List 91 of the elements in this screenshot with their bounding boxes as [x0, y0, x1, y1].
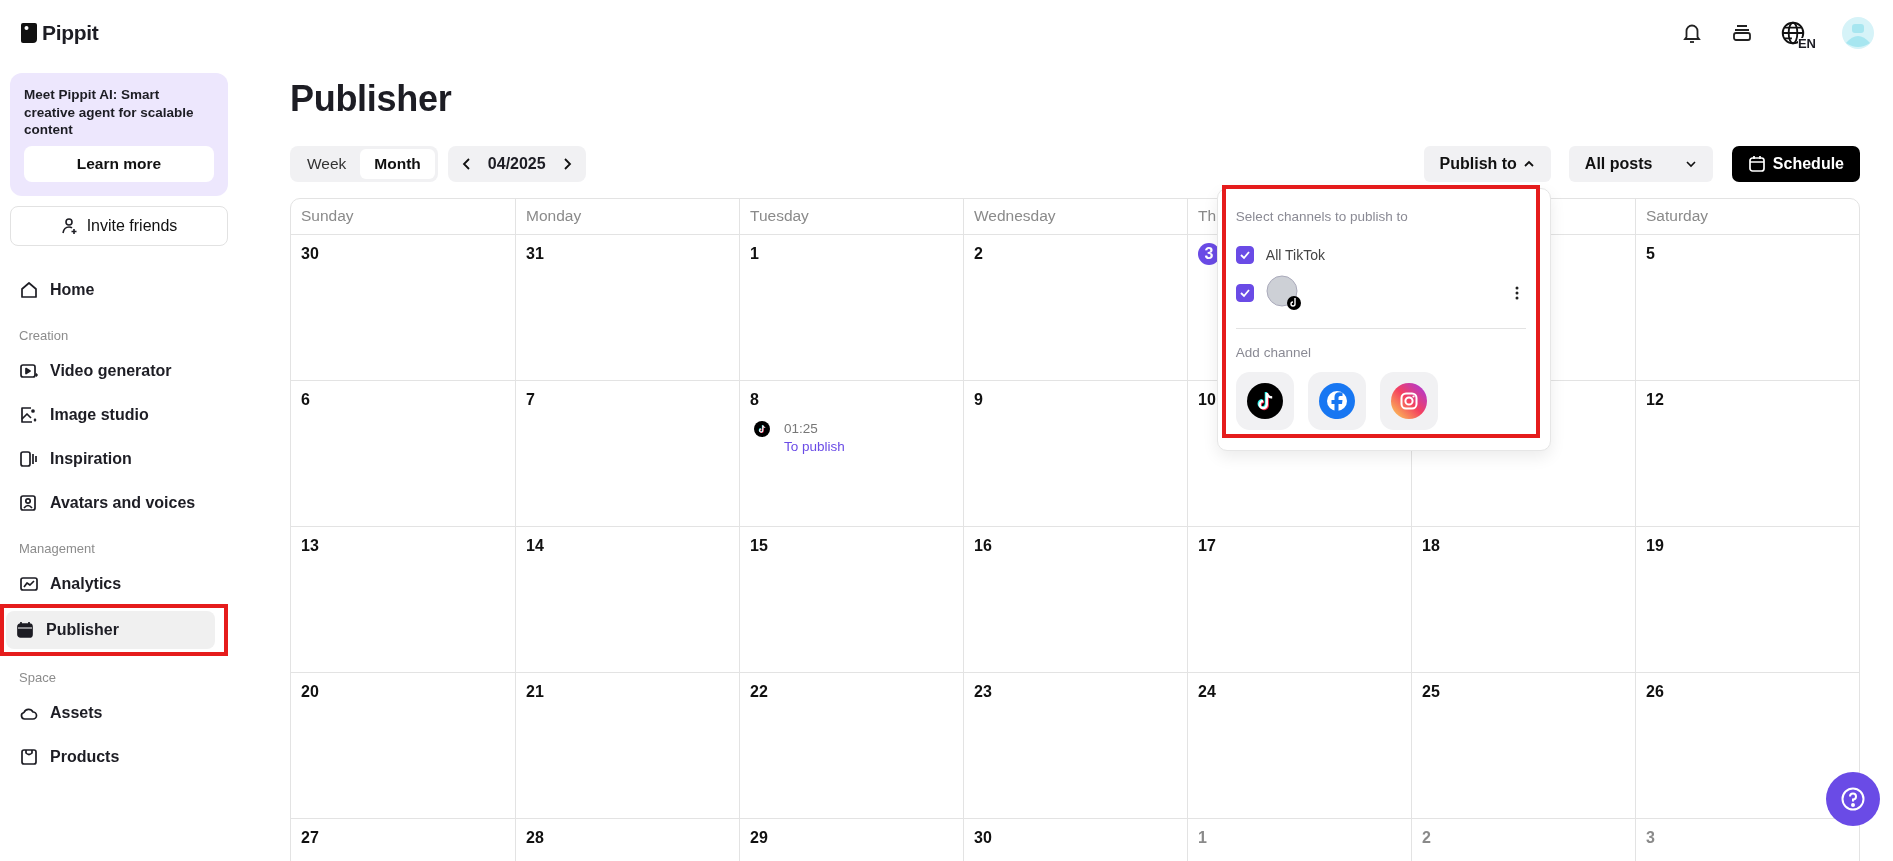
period-label: 04/2025: [487, 155, 546, 173]
checkbox[interactable]: [1235, 284, 1254, 302]
weekday-header: Sunday: [291, 199, 515, 235]
learn-more-button[interactable]: Learn more: [24, 145, 214, 182]
post-filter-dropdown[interactable]: All posts: [1568, 146, 1713, 182]
weekday-header: Saturday: [1635, 199, 1859, 235]
help-button[interactable]: [1826, 772, 1880, 826]
promo-text: Meet Pippit AI: Smart creative agent for scalable content: [24, 86, 195, 139]
portrait-icon: [19, 492, 39, 513]
sidebar-item[interactable]: Inspiration: [10, 439, 228, 478]
scheduled-post[interactable]: 01:25 To publish: [750, 421, 953, 454]
day-number: 9: [974, 391, 983, 409]
view-tab[interactable]: Week: [293, 149, 361, 179]
day-number: 16: [974, 537, 992, 555]
day-number: 30: [974, 829, 992, 847]
brand-name: Pippit: [42, 21, 99, 45]
instagram-icon: [1390, 383, 1427, 419]
day-number: 26: [1646, 683, 1664, 701]
calendar-icon: [1747, 155, 1766, 173]
post-time: 01:25: [784, 421, 819, 436]
day-number: 25: [1422, 683, 1440, 701]
day-number: 7: [526, 391, 535, 409]
day-number: 17: [1198, 537, 1216, 555]
section-label: Management: [18, 539, 96, 558]
schedule-button[interactable]: Schedule: [1731, 146, 1860, 182]
day-number: 31: [526, 245, 544, 263]
day-number: 22: [750, 683, 768, 701]
today-badge: 3: [1198, 243, 1220, 265]
check-icon: [1238, 287, 1251, 299]
day-number: 21: [526, 683, 544, 701]
day-number: 27: [301, 829, 319, 847]
add-channel-label: Add channel: [1235, 345, 1312, 360]
day-number: 15: [750, 537, 768, 555]
tiktok-icon: [754, 421, 770, 437]
page-title: Publisher: [290, 78, 453, 121]
day-number: 1: [1198, 829, 1207, 847]
calendar-icon: [15, 619, 35, 640]
add-user-icon: [60, 216, 79, 235]
day-number: 6: [301, 391, 310, 409]
day-number: 18: [1422, 537, 1440, 555]
weekday-header: Monday: [515, 199, 739, 235]
day-number: 24: [1198, 683, 1216, 701]
home-icon: [19, 279, 39, 300]
weekday-header: Wednesday: [963, 199, 1187, 235]
sidebar-item[interactable]: Image studio: [10, 395, 228, 434]
day-number: 29: [750, 829, 768, 847]
day-number: 8: [750, 391, 759, 409]
facebook-icon: [1318, 383, 1355, 419]
day-number: 14: [526, 537, 544, 555]
day-number: 30: [301, 245, 319, 263]
day-number: 10: [1198, 391, 1216, 409]
sidebar-item[interactable]: Analytics: [10, 564, 228, 603]
day-number: 28: [526, 829, 544, 847]
day-number: 2: [1422, 829, 1431, 847]
checkbox[interactable]: [1235, 246, 1254, 264]
invite-friends-button[interactable]: Invite friends: [10, 205, 228, 246]
chevron-down-icon: [1684, 158, 1697, 170]
logo-icon: [20, 22, 38, 44]
sidebar-item[interactable]: Video generator: [10, 351, 228, 390]
image-icon: [19, 404, 39, 425]
popup-title: Select channels to publish to: [1235, 209, 1409, 224]
day-number: 5: [1646, 245, 1655, 263]
sidebar-item[interactable]: Publisher: [6, 610, 215, 649]
day-number: 1: [750, 245, 759, 263]
help-icon: [1840, 786, 1866, 812]
day-number: 19: [1646, 537, 1664, 555]
publish-to-button[interactable]: Publish to: [1423, 146, 1551, 182]
more-icon[interactable]: [1513, 285, 1520, 301]
sidebar-item[interactable]: Products: [10, 737, 228, 776]
post-status: To publish: [784, 439, 845, 454]
check-icon: [1238, 249, 1251, 261]
sidebar-item[interactable]: Assets: [10, 693, 228, 732]
box-icon: [19, 746, 39, 767]
weekday-header: Tuesday: [739, 199, 963, 235]
day-number: 20: [301, 683, 319, 701]
phone-icon: [19, 448, 39, 469]
day-number: 23: [974, 683, 992, 701]
sidebar-item[interactable]: Home: [10, 270, 228, 309]
day-number: 2: [974, 245, 983, 263]
day-number: 13: [301, 537, 319, 555]
day-number: 12: [1646, 391, 1664, 409]
language-button[interactable]: EN: [1779, 20, 1816, 46]
day-number: 3: [1646, 829, 1655, 847]
view-tab[interactable]: Month: [360, 149, 435, 179]
section-label: Creation: [18, 326, 70, 345]
section-label: Space: [18, 668, 57, 687]
account-avatar: [1265, 275, 1302, 311]
tiktok-icon: [1246, 383, 1283, 419]
add-channel-button[interactable]: [1235, 372, 1294, 430]
channel-label: All TikTok: [1265, 247, 1325, 263]
sidebar-item[interactable]: Avatars and voices: [10, 483, 228, 522]
